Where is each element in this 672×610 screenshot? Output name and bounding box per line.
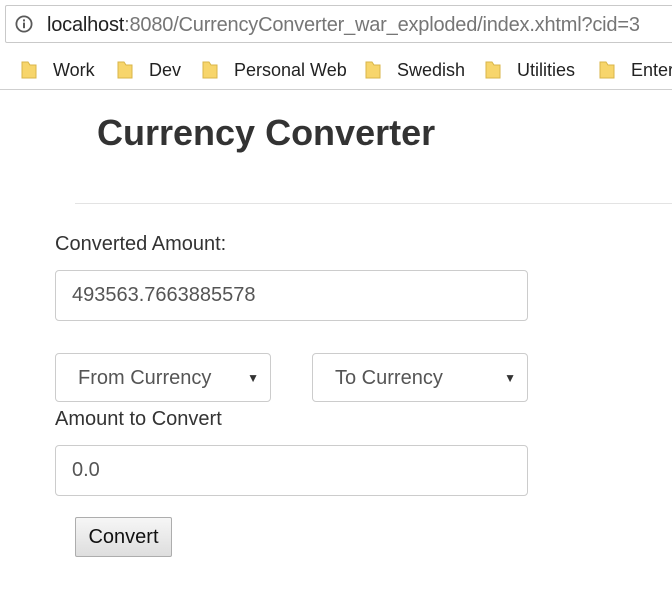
bookmark-label: Enter [631, 59, 672, 80]
folder-icon [485, 61, 501, 79]
folder-icon [365, 61, 381, 79]
from-currency-value: From Currency [78, 367, 212, 389]
folder-icon [599, 61, 615, 79]
bookmark-label: Personal Web [234, 59, 347, 80]
page-title: Currency Converter [97, 112, 436, 153]
url-host: localhost [47, 14, 125, 36]
convert-button[interactable]: Convert [75, 517, 172, 557]
to-currency-select[interactable]: To Currency ▼ [312, 353, 528, 402]
url-path: :8080/CurrencyConverter_war_exploded/ind… [124, 14, 640, 36]
divider [75, 203, 672, 204]
amount-to-convert-field[interactable] [55, 445, 528, 496]
chevron-down-icon: ▼ [504, 371, 516, 385]
bookmarks-bar: Work Dev Personal Web Swedish Utilities … [0, 50, 672, 90]
bookmark-swedish[interactable]: Swedish [365, 59, 465, 81]
bookmark-utilities[interactable]: Utilities [485, 59, 575, 81]
converted-amount-label: Converted Amount: [55, 233, 227, 255]
bookmark-label: Utilities [517, 59, 576, 80]
amount-to-convert-label: Amount to Convert [55, 408, 222, 430]
info-icon[interactable] [15, 15, 33, 33]
bookmark-dev[interactable]: Dev [117, 59, 181, 81]
bookmark-work[interactable]: Work [21, 59, 95, 81]
chevron-down-icon: ▼ [247, 371, 259, 385]
from-currency-select[interactable]: From Currency ▼ [55, 353, 271, 402]
url-field[interactable]: localhost:8080/CurrencyConverter_war_exp… [5, 5, 672, 43]
address-bar: localhost:8080/CurrencyConverter_war_exp… [0, 0, 672, 50]
bookmark-label: Work [53, 59, 95, 80]
converted-amount-field[interactable] [55, 270, 528, 321]
folder-icon [117, 61, 133, 79]
url-text: localhost:8080/CurrencyConverter_war_exp… [47, 14, 640, 37]
bookmark-personal-web[interactable]: Personal Web [202, 59, 347, 81]
bookmark-enter[interactable]: Enter [599, 59, 672, 81]
folder-icon [21, 61, 37, 79]
bookmark-label: Swedish [397, 59, 466, 80]
to-currency-value: To Currency [335, 367, 443, 389]
bookmark-label: Dev [149, 59, 182, 80]
folder-icon [202, 61, 218, 79]
